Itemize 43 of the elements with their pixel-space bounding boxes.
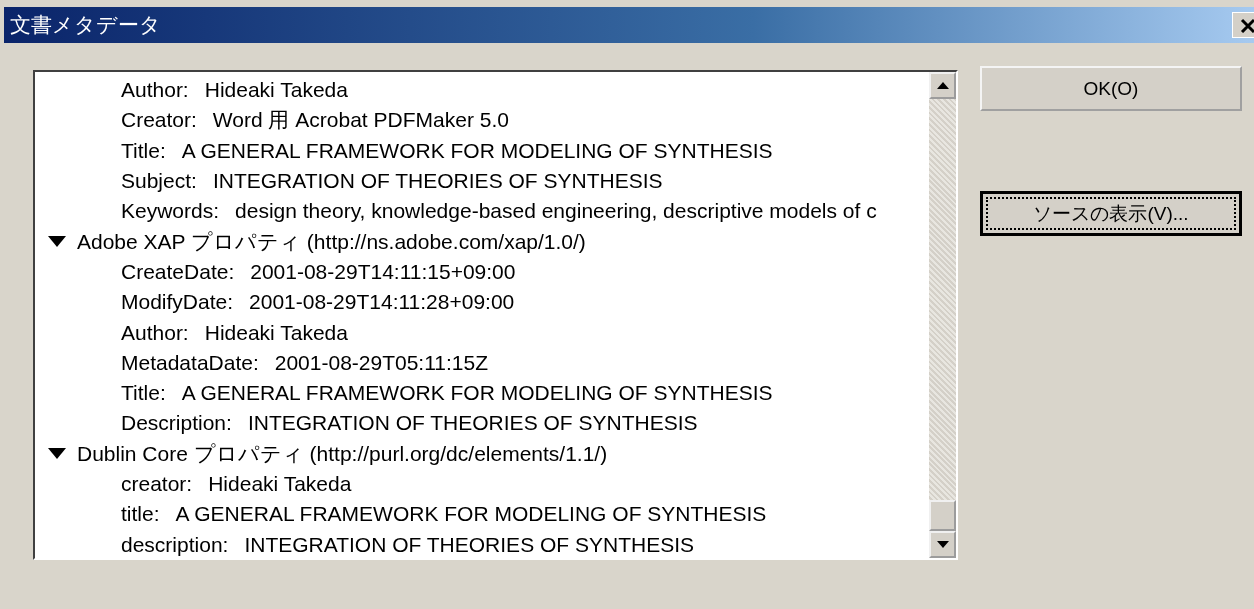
scroll-up-button[interactable] [929, 72, 956, 99]
group-row[interactable]: Adobe XAP プロパティ (http://ns.adobe.com/xap/1.0/) [35, 226, 929, 257]
property-value: INTEGRATION OF THEORIES OF SYNTHESIS [212, 169, 663, 194]
property-value: A GENERAL FRAMEWORK FOR MODELING OF SYNTHESIS [181, 138, 773, 163]
scroll-thumb[interactable] [929, 500, 956, 531]
group-row[interactable]: Dublin Core プロパティ (http://purl.org/dc/elements/1.1/) [35, 438, 929, 469]
property-value: Hideaki Takeda [204, 78, 348, 103]
property-value: Word 用 Acrobat PDFMaker 5.0 [212, 107, 509, 134]
close-icon[interactable] [1240, 17, 1254, 33]
property-name: Subject: [121, 169, 197, 194]
property-value: INTEGRATION OF THEORIES OF SYNTHESIS [244, 532, 694, 557]
property-name: MetadataDate: [121, 350, 259, 375]
dialog-button[interactable]: ソースの表示(V)... [980, 191, 1242, 236]
property-value: Hideaki Takeda [204, 320, 348, 345]
up-arrow-icon[interactable] [936, 82, 949, 89]
window-title: 文書メタデータ [10, 12, 161, 38]
property-name: Author: [121, 78, 189, 103]
scroll-bar[interactable] [929, 72, 956, 558]
dialog-button[interactable]: OK(O) [980, 66, 1242, 111]
property-value: 2001-08-29T05:11:15Z [274, 350, 489, 375]
expand-triangle-icon[interactable] [47, 446, 67, 461]
property-value: design theory, knowledge-based engineering, descriptive models of c [235, 199, 877, 224]
scroll-down-button[interactable] [929, 531, 956, 558]
property-name: Creator: [121, 108, 197, 133]
property-name: ModifyDate: [121, 290, 234, 315]
down-arrow-icon[interactable] [936, 541, 949, 548]
property-value: 2001-08-29T14:11:15+09:00 [250, 259, 516, 284]
property-name: description: [121, 532, 229, 557]
property-name: creator: [121, 472, 193, 496]
property-name: Title: [121, 381, 166, 406]
property-value: A GENERAL FRAMEWORK FOR MODELING OF SYNTHESIS [181, 381, 773, 406]
property-name: Description: [121, 411, 232, 436]
property-value: Hideaki Takeda [208, 472, 352, 496]
property-name: CreateDate: [121, 259, 235, 284]
close-button[interactable] [1232, 12, 1254, 38]
property-value: A GENERAL FRAMEWORK FOR MODELING OF SYNTHESIS [175, 502, 767, 527]
property-name: Keywords: [121, 199, 220, 224]
expand-triangle-icon[interactable] [47, 234, 67, 249]
property-name: Author: [121, 320, 189, 345]
property-value: INTEGRATION OF THEORIES OF SYNTHESIS [247, 411, 698, 436]
property-name: Title: [121, 138, 166, 163]
property-value: 2001-08-29T14:11:28+09:00 [249, 290, 515, 315]
property-name: title: [121, 502, 160, 527]
